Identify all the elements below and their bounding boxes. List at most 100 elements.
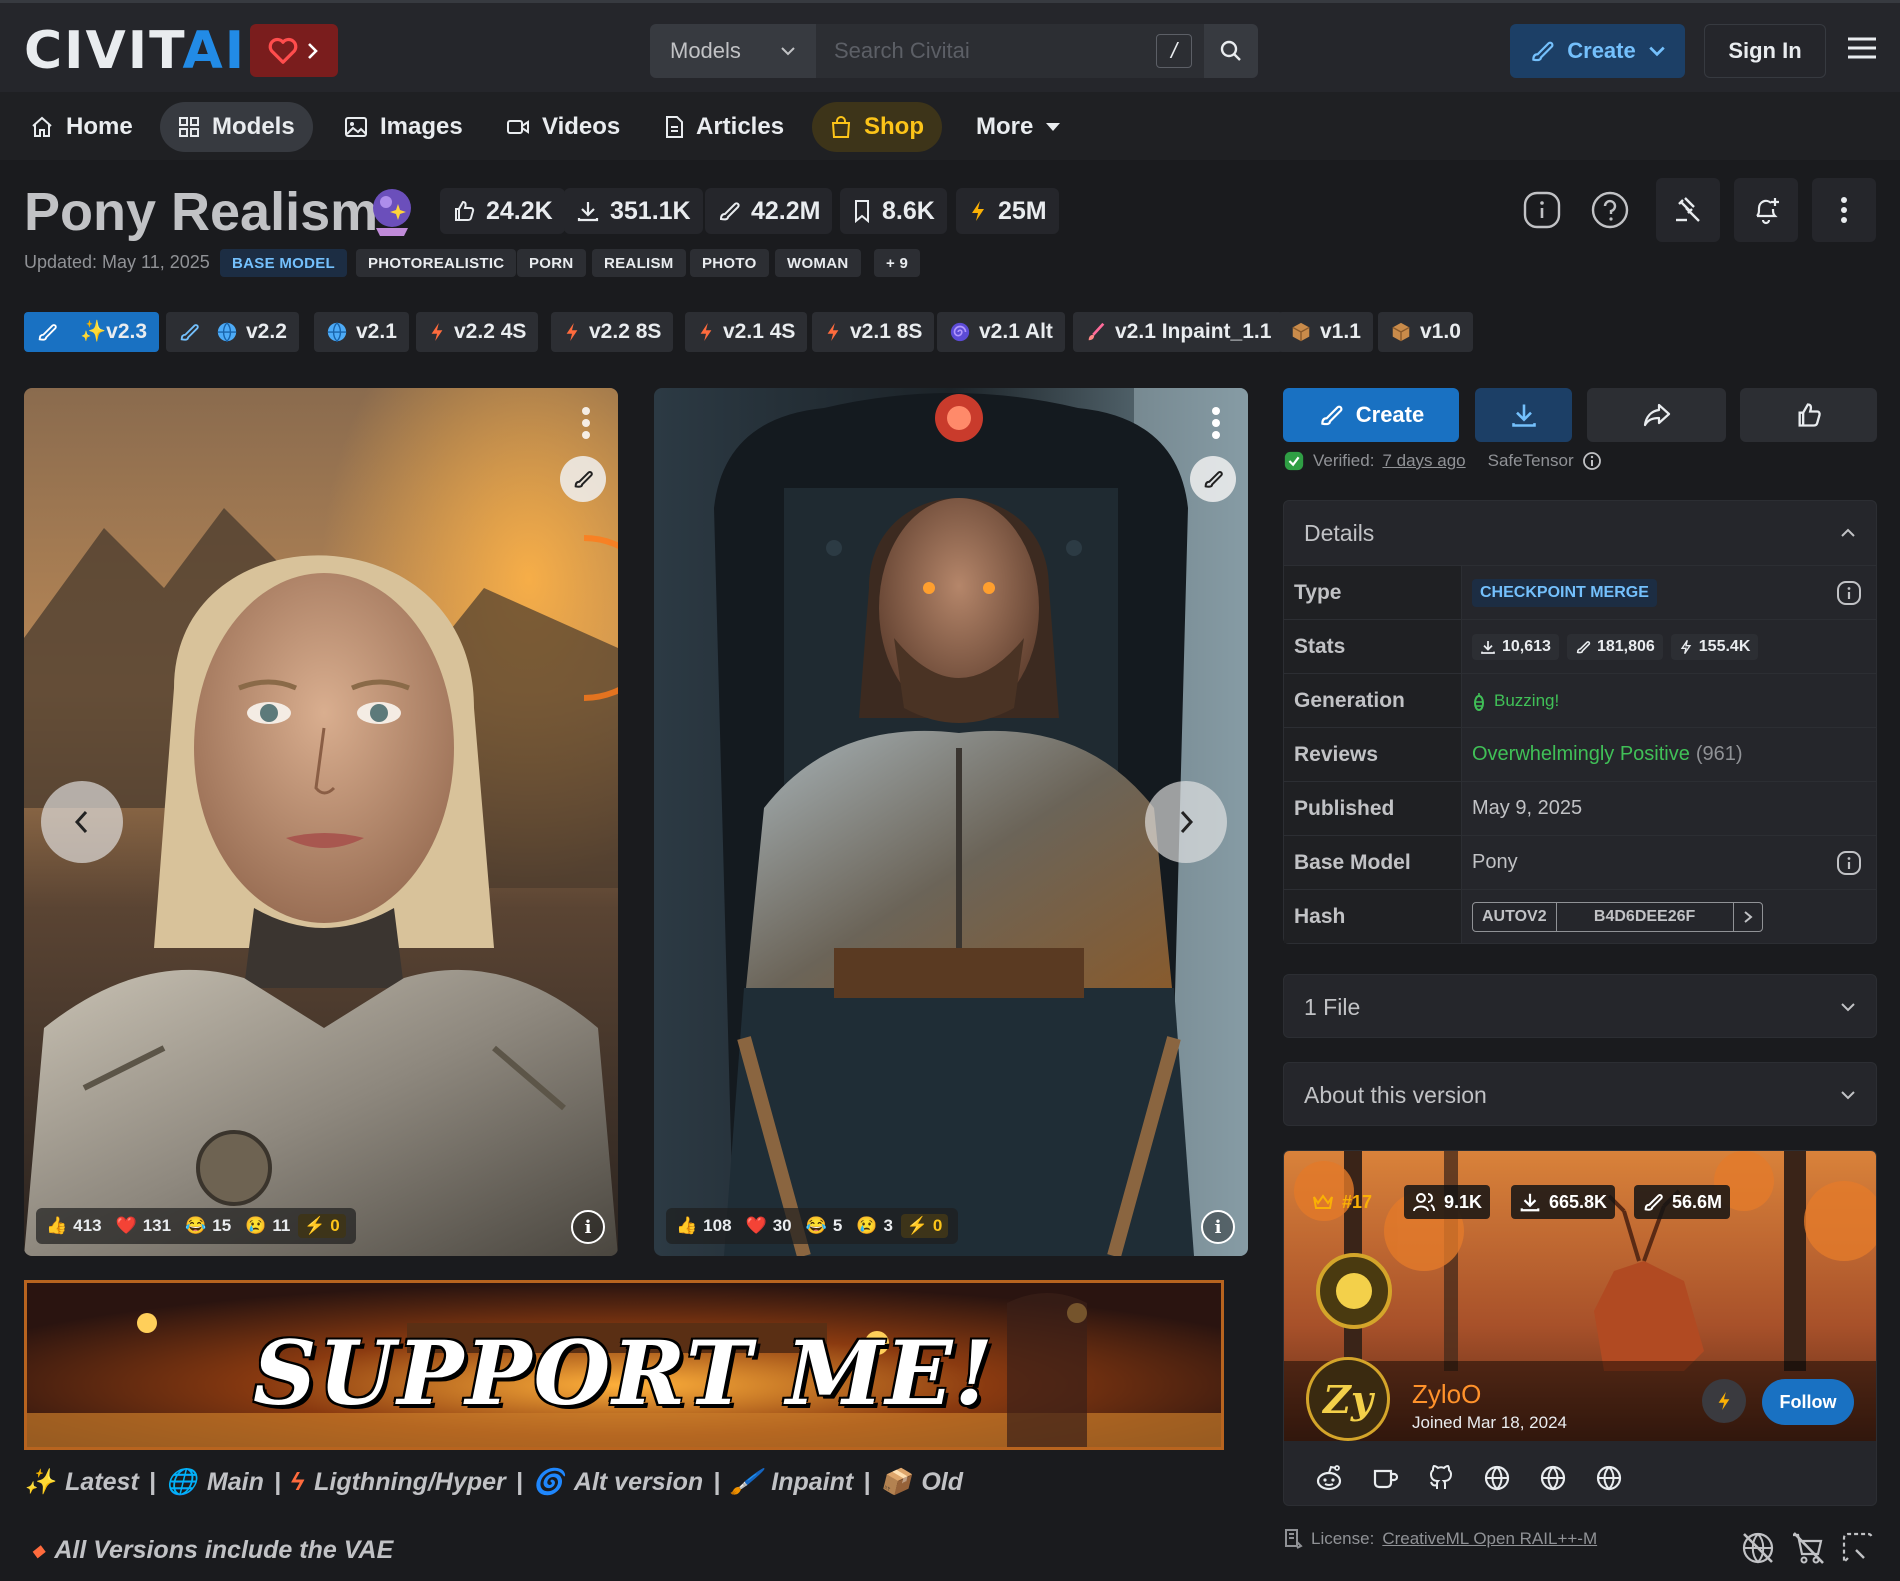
help-button[interactable]	[1578, 178, 1642, 242]
tag[interactable]: REALISM	[592, 249, 686, 277]
remix-button[interactable]	[560, 456, 606, 502]
detail-key: Published	[1284, 782, 1462, 835]
globe-icon[interactable]	[1594, 1463, 1624, 1493]
hash-value[interactable]: B4D6DEE26F	[1555, 902, 1734, 931]
notify-button[interactable]	[1734, 178, 1798, 242]
tip-creator-button[interactable]	[1702, 1379, 1746, 1423]
version-tab-v1-0[interactable]: v1.0	[1378, 312, 1473, 352]
nav-images[interactable]: Images	[326, 102, 481, 152]
info-button[interactable]	[1510, 178, 1574, 242]
laugh-reaction-icon[interactable]: 😂	[185, 1216, 206, 1236]
version-tab-v1-1[interactable]: v1.1	[1278, 312, 1373, 352]
version-tab-v2-1-8s[interactable]: v2.1 8S	[812, 312, 935, 352]
create-dropdown-button[interactable]: Create	[1510, 24, 1685, 78]
version-tab-v2-1[interactable]: v2.1	[314, 312, 409, 352]
hash-selector[interactable]: AUTOV2 B4D6DEE26F	[1472, 901, 1763, 932]
gallery-next-button[interactable]	[1145, 781, 1227, 863]
more-tags[interactable]: + 9	[874, 249, 921, 277]
like-model-button[interactable]	[1740, 388, 1877, 442]
globe-icon: 🌐	[165, 1468, 197, 1496]
reddit-icon[interactable]	[1314, 1463, 1344, 1493]
version-tab-v2-1-inpaint[interactable]: v2.1 Inpaint_1.1	[1073, 312, 1284, 352]
info-icon[interactable]	[1836, 580, 1862, 606]
no-merge-sharing-icon[interactable]	[1840, 1530, 1876, 1566]
tag[interactable]: PHOTO	[690, 249, 769, 277]
version-label: v2.2 4S	[454, 320, 527, 343]
nav-home[interactable]: Home	[12, 102, 151, 152]
version-tab-v2-1-4s[interactable]: v2.1 4S	[685, 312, 808, 352]
heart-reaction-icon[interactable]: ❤️	[746, 1216, 767, 1236]
download-button[interactable]	[1475, 388, 1572, 442]
nav-articles[interactable]: Articles	[646, 102, 802, 152]
version-tab-v2-3[interactable]: ✨v2.3	[24, 312, 160, 352]
bookmarks-stat[interactable]: 8.6K	[840, 188, 947, 234]
remix-button[interactable]	[1190, 456, 1236, 502]
details-header[interactable]: Details	[1284, 501, 1876, 565]
version-tab-v2-2[interactable]: v2.2	[166, 312, 299, 352]
nav-more[interactable]: More	[958, 102, 1079, 152]
gallery-image-knight-on-throne[interactable]	[654, 388, 1248, 1256]
license-link[interactable]: CreativeML Open RAIL++-M	[1382, 1529, 1597, 1549]
globe-icon[interactable]	[1538, 1463, 1568, 1493]
share-button[interactable]	[1587, 388, 1726, 442]
nav-videos[interactable]: Videos	[488, 102, 638, 152]
more-options-button[interactable]	[1812, 178, 1876, 242]
search-input[interactable]: Search Civitai /	[816, 24, 1204, 78]
creator-avatar[interactable]: Zy	[1306, 1357, 1390, 1441]
no-commercial-use-icon[interactable]	[1790, 1530, 1826, 1566]
create-button[interactable]: Create	[1283, 388, 1459, 442]
sign-in-button[interactable]: Sign In	[1704, 24, 1826, 78]
tag[interactable]: PHOTOREALISTIC	[356, 249, 517, 277]
support-heart-button[interactable]	[250, 24, 338, 77]
image-menu-button[interactable]	[1211, 406, 1221, 440]
moderation-button[interactable]	[1656, 178, 1720, 242]
tag[interactable]: PORN	[517, 249, 586, 277]
civitai-logo[interactable]: CIVITAI	[24, 25, 246, 77]
like-reaction-icon[interactable]: 👍	[676, 1216, 697, 1236]
image-info-button[interactable]: i	[1201, 1210, 1235, 1244]
support-me-banner[interactable]: SUPPORT ME!	[24, 1280, 1224, 1450]
globe-icon[interactable]	[1482, 1463, 1512, 1493]
github-icon[interactable]	[1426, 1463, 1456, 1493]
info-icon[interactable]	[1582, 451, 1602, 471]
laugh-reaction-icon[interactable]: 😂	[806, 1216, 827, 1236]
version-tab-v2-1-alt[interactable]: v2.1 Alt	[937, 312, 1065, 352]
like-reaction-icon[interactable]: 👍	[46, 1216, 67, 1236]
like-count: 413	[73, 1216, 102, 1235]
gallery-prev-button[interactable]	[41, 781, 123, 863]
gallery-image-woman-in-armor[interactable]	[24, 388, 618, 1256]
about-version-card[interactable]: About this version	[1283, 1062, 1877, 1126]
legend-lightning: Ligthning/Hyper	[314, 1468, 506, 1496]
coffee-cup-icon[interactable]	[1370, 1463, 1400, 1493]
cry-reaction-icon[interactable]: 😢	[245, 1216, 266, 1236]
search-button[interactable]	[1204, 24, 1258, 78]
files-card[interactable]: 1 File	[1283, 974, 1877, 1038]
image-menu-button[interactable]	[581, 406, 591, 440]
nav-shop[interactable]: Shop	[812, 102, 942, 152]
follow-button[interactable]: Follow	[1762, 1379, 1854, 1425]
reviews-summary-link[interactable]: Overwhelmingly Positive	[1472, 743, 1690, 766]
tag[interactable]: WOMAN	[775, 249, 861, 277]
tag-base-model[interactable]: BASE MODEL	[220, 249, 348, 277]
globe-icon	[327, 322, 347, 343]
creator-name[interactable]: ZyloO	[1412, 1379, 1481, 1410]
chevron-right-icon[interactable]	[1734, 903, 1762, 931]
brush-icon	[1532, 41, 1554, 62]
swirl-icon	[950, 322, 970, 342]
verified-when-link[interactable]: 7 days ago	[1382, 451, 1465, 471]
search-category-select[interactable]: Models	[650, 24, 816, 78]
info-icon[interactable]	[1836, 850, 1862, 876]
no-online-generation-icon[interactable]	[1740, 1530, 1776, 1566]
version-tab-v2-2-8s[interactable]: v2.2 8S	[551, 312, 674, 352]
heart-reaction-icon[interactable]: ❤️	[116, 1216, 137, 1236]
version-tab-v2-2-4s[interactable]: v2.2 4S	[416, 312, 539, 352]
nav-models[interactable]: Models	[160, 102, 313, 152]
buzz-stat[interactable]: 25M	[956, 188, 1059, 234]
likes-count: 24.2K	[486, 196, 553, 225]
tip-buzz-button[interactable]: ⚡ 0	[900, 1214, 949, 1238]
cry-reaction-icon[interactable]: 😢	[856, 1216, 877, 1236]
tip-buzz-button[interactable]: ⚡ 0	[298, 1214, 346, 1238]
menu-icon[interactable]	[1848, 37, 1876, 59]
likes-stat[interactable]: 24.2K	[440, 188, 565, 234]
image-info-button[interactable]: i	[571, 1210, 605, 1244]
